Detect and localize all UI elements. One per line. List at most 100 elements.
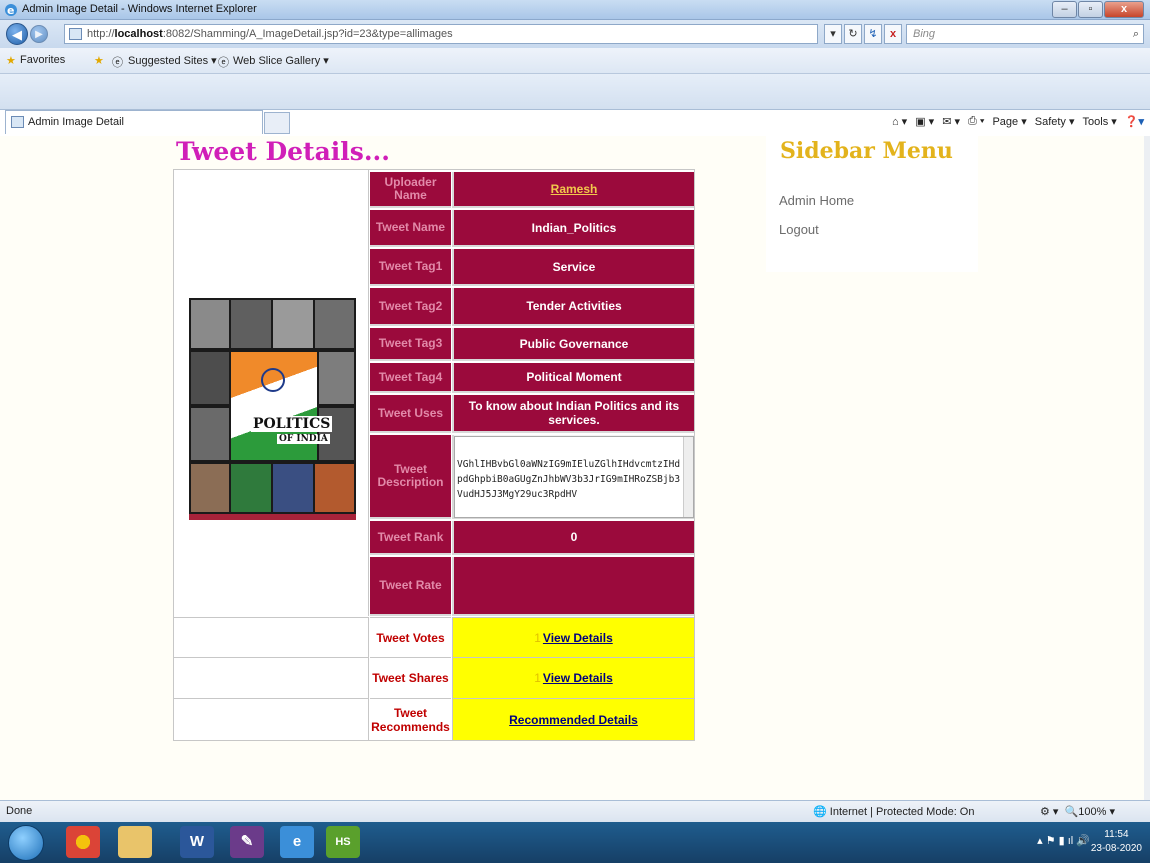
web-slice-gallery-link[interactable]: Web Slice Gallery ▾	[233, 54, 329, 67]
svg-text:e: e	[7, 4, 14, 17]
taskbar: W ✎ e HS ▴ ⚑ ▮ ıl 🔊 11:54 23-08-2020	[0, 822, 1150, 863]
image-footer-bar	[189, 514, 356, 520]
tab-admin-image-detail[interactable]: Admin Image Detail	[5, 110, 263, 134]
mail-icon[interactable]: ✉ ▾	[942, 115, 960, 128]
tweet-votes-label: Tweet Votes	[370, 617, 451, 657]
favorites-bar: ★ Favorites ★ ⓔ Suggested Sites ▾ ⓔ Web …	[0, 48, 1150, 74]
back-button[interactable]: ◀	[6, 23, 28, 45]
clock[interactable]: 11:54 23-08-2020	[1091, 828, 1142, 856]
stop-icon[interactable]: x	[884, 24, 902, 44]
uploader-name-value: Ramesh	[452, 172, 694, 208]
close-button[interactable]: x	[1104, 1, 1144, 18]
recommended-details-link[interactable]: Recommended Details	[509, 713, 638, 727]
ie-taskbar-icon[interactable]: e	[280, 826, 314, 858]
chrome-icon[interactable]	[66, 826, 100, 858]
system-tray-icons[interactable]: ▴ ⚑ ▮ ıl 🔊	[1037, 834, 1090, 847]
tweet-tag3-label: Tweet Tag3	[370, 328, 451, 361]
sidebar-link-logout[interactable]: Logout	[779, 222, 819, 237]
forward-button[interactable]: ▶	[30, 25, 48, 43]
new-tab-button[interactable]	[264, 112, 290, 134]
hs-app-label: HS	[335, 836, 351, 848]
zoom-control[interactable]: ⚙ ▾ 🔍100% ▾	[1040, 805, 1115, 818]
window-title: Admin Image Detail - Windows Internet Ex…	[22, 3, 257, 15]
tweet-tag2-value: Tender Activities	[452, 288, 694, 326]
ashoka-chakra-icon	[261, 368, 285, 392]
tweet-tag3-value: Public Governance	[452, 328, 694, 361]
search-input[interactable]: Bing ⌕	[906, 24, 1144, 44]
folder-icon[interactable]	[118, 826, 152, 858]
page-menu[interactable]: Page ▾	[992, 115, 1026, 128]
refresh-icon[interactable]: ↻	[844, 24, 862, 44]
tweet-name-label: Tweet Name	[370, 210, 451, 247]
minimize-button[interactable]: –	[1052, 1, 1077, 18]
status-text: Done	[6, 805, 33, 817]
safety-menu[interactable]: Safety ▾	[1035, 115, 1075, 128]
tweet-votes-value: 1 View Details	[452, 617, 694, 657]
tweet-tag4-label: Tweet Tag4	[370, 363, 451, 393]
image-caption-main: POLITICS	[251, 416, 333, 432]
clock-time: 11:54	[1104, 829, 1129, 840]
compatibility-icon[interactable]: ▾	[824, 24, 842, 44]
favorites-button[interactable]: Favorites	[20, 54, 65, 66]
tweet-description-label: Tweet Description	[370, 435, 451, 519]
tweet-tag1-label: Tweet Tag1	[370, 249, 451, 286]
hs-app-icon[interactable]: HS	[326, 826, 360, 858]
clock-date: 23-08-2020	[1090, 843, 1142, 854]
maximize-button[interactable]: ▫	[1078, 1, 1103, 18]
uploader-name-label: Uploader Name	[370, 172, 451, 208]
home-icon[interactable]: ⌂ ▾	[892, 115, 907, 128]
status-bar: Done 🌐 Internet | Protected Mode: On ⚙ ▾…	[0, 800, 1150, 822]
zoom-level: 100%	[1078, 806, 1107, 818]
tweet-tag2-label: Tweet Tag2	[370, 288, 451, 326]
print-icon[interactable]: ⎙ ▾	[968, 115, 984, 128]
tweet-rank-label: Tweet Rank	[370, 521, 451, 555]
add-favorites-icon[interactable]: ★	[94, 54, 104, 67]
tweet-rank-value: 0	[452, 521, 694, 555]
tweet-description-textarea[interactable]: VGhlIHBvbGl0aWNzIG9mIEluZGlhIHdvcmtzIHdp…	[454, 436, 694, 518]
tab-bar	[0, 74, 1150, 110]
image-caption-sub: OF INDIA	[277, 434, 330, 444]
description-scrollbar[interactable]	[683, 437, 693, 517]
security-zone-text: Internet | Protected Mode: On	[829, 806, 975, 818]
ie-page-icon: ⓔ	[218, 57, 229, 69]
tweet-tag1-value: Service	[452, 249, 694, 286]
word-icon[interactable]: W	[180, 826, 214, 858]
votes-view-details-link[interactable]: View Details	[543, 631, 613, 645]
url-prefix: http://	[87, 28, 115, 40]
shares-count: 1	[534, 671, 541, 685]
go-icon[interactable]: ↯	[864, 24, 882, 44]
page-title: Tweet Details...	[176, 137, 390, 166]
search-icon[interactable]: ⌕	[1133, 25, 1139, 43]
tweet-image: POLITICS OF INDIA	[189, 298, 356, 520]
tweet-uses-label: Tweet Uses	[370, 395, 451, 433]
shares-empty-cell	[174, 657, 369, 698]
help-icon[interactable]: ❓▾	[1125, 115, 1144, 128]
tweet-uses-value: To know about Indian Politics and its se…	[452, 395, 694, 433]
paint-icon[interactable]: ✎	[230, 826, 264, 858]
tweet-shares-value: 1 View Details	[452, 657, 694, 698]
tweet-rate-value	[452, 557, 694, 616]
tweet-description-text: VGhlIHBvbGl0aWNzIG9mIEluZGlhIHdvcmtzIHdp…	[457, 459, 681, 500]
uploader-name-link[interactable]: Ramesh	[551, 182, 598, 196]
url-host: localhost	[114, 28, 163, 40]
votes-count: 1	[534, 630, 541, 645]
shares-view-details-link[interactable]: View Details	[543, 671, 613, 685]
url-path: :8082/Shamming/A_ImageDetail.jsp?id=23&t…	[162, 28, 453, 40]
page-viewport: Tweet Details... Sidebar Menu Admin Home…	[0, 136, 1150, 800]
tab-favicon-icon	[11, 116, 24, 128]
address-bar: ◀ ▶ http://localhost:8082/Shamming/A_Ima…	[0, 20, 1150, 48]
recommends-empty-cell	[174, 698, 369, 740]
tweet-tag4-value: Political Moment	[452, 363, 694, 393]
start-button[interactable]	[8, 825, 44, 861]
tweet-image-cell: POLITICS OF INDIA	[174, 170, 369, 616]
sidebar-link-admin-home[interactable]: Admin Home	[779, 193, 854, 208]
command-bar: ⌂ ▾ ▣ ▾ ✉ ▾ ⎙ ▾ Page ▾ Safety ▾ Tools ▾ …	[892, 115, 1144, 128]
suggested-sites-link[interactable]: Suggested Sites ▾	[128, 54, 217, 67]
url-field[interactable]: http://localhost:8082/Shamming/A_ImageDe…	[64, 24, 818, 44]
tweet-name-value: Indian_Politics	[452, 210, 694, 247]
sidebar-title: Sidebar Menu	[780, 138, 953, 164]
tools-menu[interactable]: Tools ▾	[1083, 115, 1117, 128]
page-scrollbar[interactable]	[1144, 136, 1150, 800]
tab-title: Admin Image Detail	[28, 116, 124, 128]
feeds-icon[interactable]: ▣ ▾	[915, 115, 934, 128]
